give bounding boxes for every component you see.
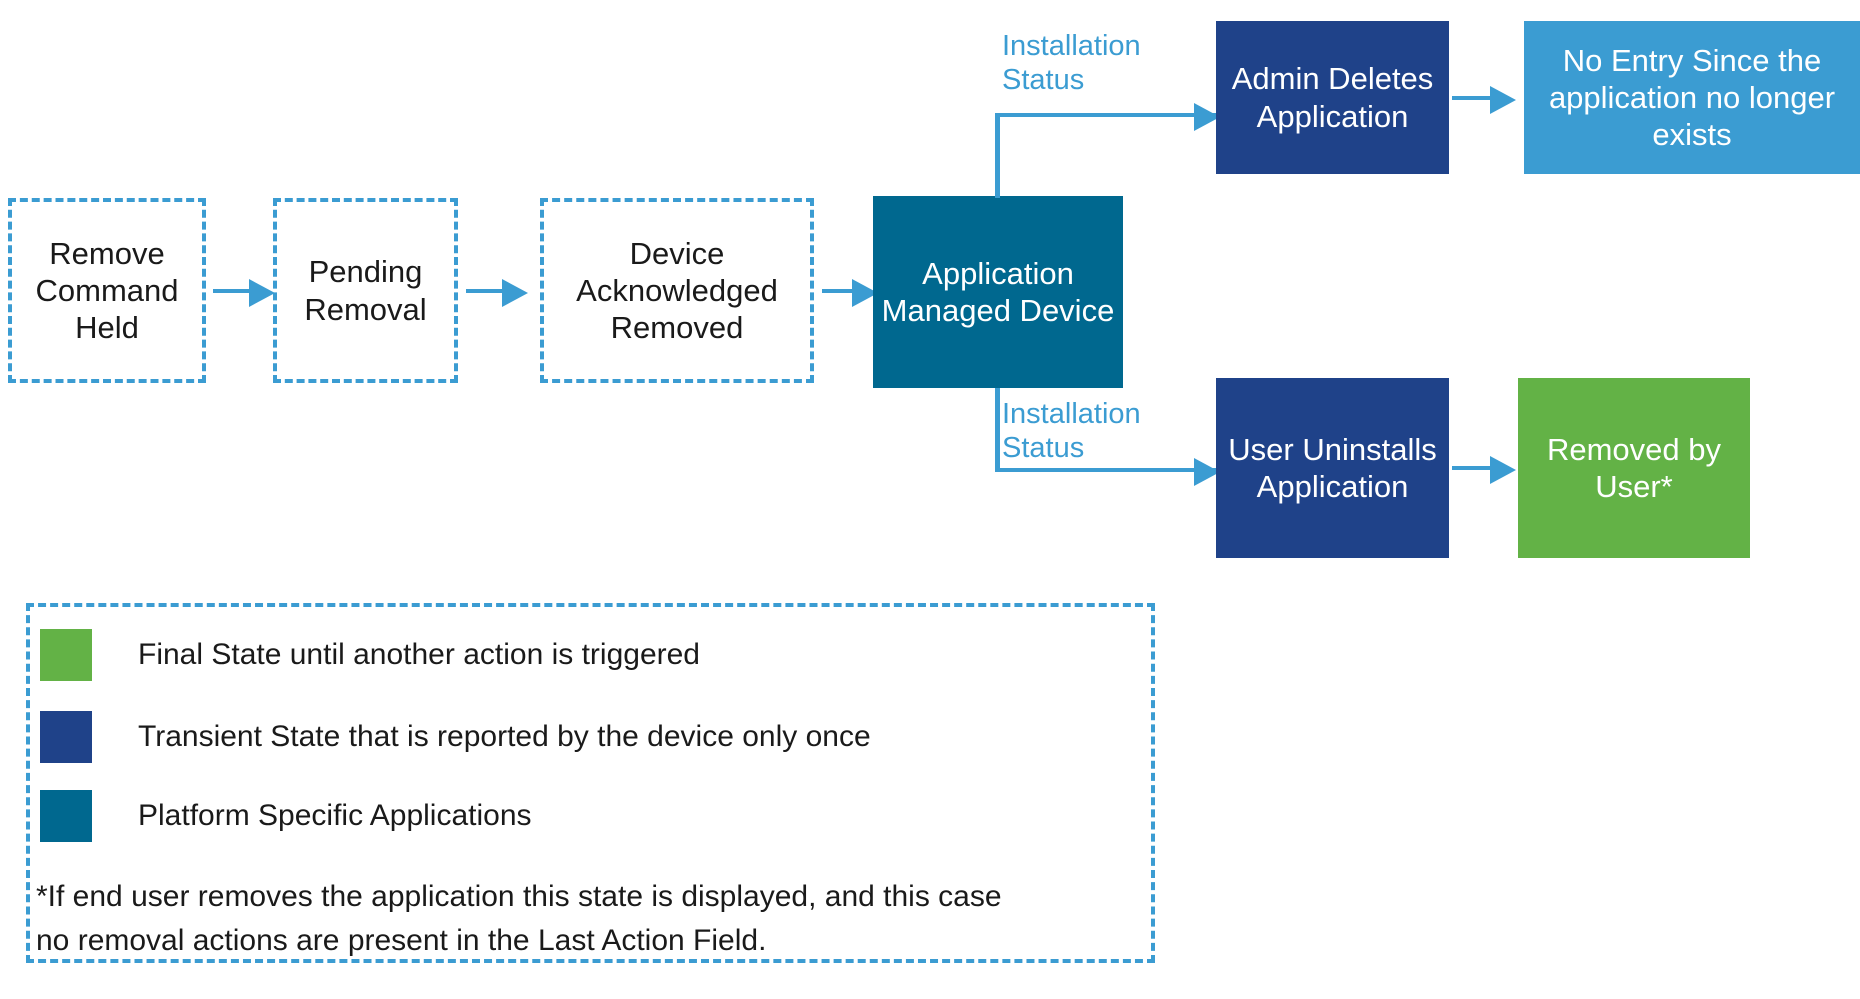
legend-item-final-state: Final State until another action is trig… xyxy=(40,629,700,681)
connector-managed-up xyxy=(995,113,1000,198)
connector-bottom-branch-horizontal xyxy=(995,468,1220,472)
connector-acknowledged-to-managed xyxy=(822,289,856,293)
arrow-head-uninstall-to-removed xyxy=(1490,456,1516,484)
legend-item-transient-state: Transient State that is reported by the … xyxy=(40,711,871,763)
diagram-canvas: Remove Command Held Pending Removal Devi… xyxy=(0,0,1860,999)
state-pending-removal: Pending Removal xyxy=(273,198,458,383)
node-admin-deletes-application: Admin Deletes Application xyxy=(1216,21,1449,174)
installation-status-label-top: Installation Status xyxy=(1002,30,1141,97)
connector-uninstall-to-removed xyxy=(1452,466,1494,470)
legend-footnote: *If end user removes the application thi… xyxy=(36,880,1002,957)
node-application-managed-device: Application Managed Device xyxy=(873,196,1123,388)
legend-label-transient-state: Transient State that is reported by the … xyxy=(138,720,871,753)
node-no-entry-since-application-no-longer-exists: No Entry Since the application no longer… xyxy=(1524,21,1860,174)
state-pending-removal-label: Pending Removal xyxy=(304,254,427,327)
node-no-entry-label: No Entry Since the application no longer… xyxy=(1548,42,1836,153)
legend-label-final-state: Final State until another action is trig… xyxy=(138,638,700,671)
node-removed-by-user-label: Removed by User* xyxy=(1546,431,1722,504)
state-remove-command-held: Remove Command Held xyxy=(8,198,206,383)
state-remove-command-held-label: Remove Command Held xyxy=(35,235,179,346)
node-application-managed-device-label: Application Managed Device xyxy=(881,255,1115,328)
legend-item-platform-specific: Platform Specific Applications xyxy=(40,790,532,842)
arrow-head-held-to-pending xyxy=(249,279,275,307)
legend-swatch-teal xyxy=(40,790,92,842)
node-user-uninstalls-application-label: User Uninstalls Application xyxy=(1228,431,1437,504)
node-user-uninstalls-application: User Uninstalls Application xyxy=(1216,378,1449,558)
installation-status-label-bottom: Installation Status xyxy=(1002,398,1141,465)
connector-admin-to-no-entry xyxy=(1452,96,1494,100)
node-admin-deletes-application-label: Admin Deletes Application xyxy=(1231,61,1434,134)
legend-swatch-green xyxy=(40,629,92,681)
connector-pending-to-acknowledged xyxy=(466,289,506,293)
node-removed-by-user: Removed by User* xyxy=(1518,378,1750,558)
arrow-head-admin-to-no-entry xyxy=(1490,86,1516,114)
state-device-acknowledged-removed-label: Device Acknowledged Removed xyxy=(576,235,778,346)
connector-top-branch-horizontal xyxy=(995,113,1220,117)
arrow-head-pending-to-acknowledged xyxy=(502,279,528,307)
legend-swatch-navy xyxy=(40,711,92,763)
connector-managed-down xyxy=(995,388,1000,472)
legend-label-platform-specific: Platform Specific Applications xyxy=(138,799,532,832)
connector-held-to-pending xyxy=(213,289,253,293)
state-device-acknowledged-removed: Device Acknowledged Removed xyxy=(540,198,814,383)
